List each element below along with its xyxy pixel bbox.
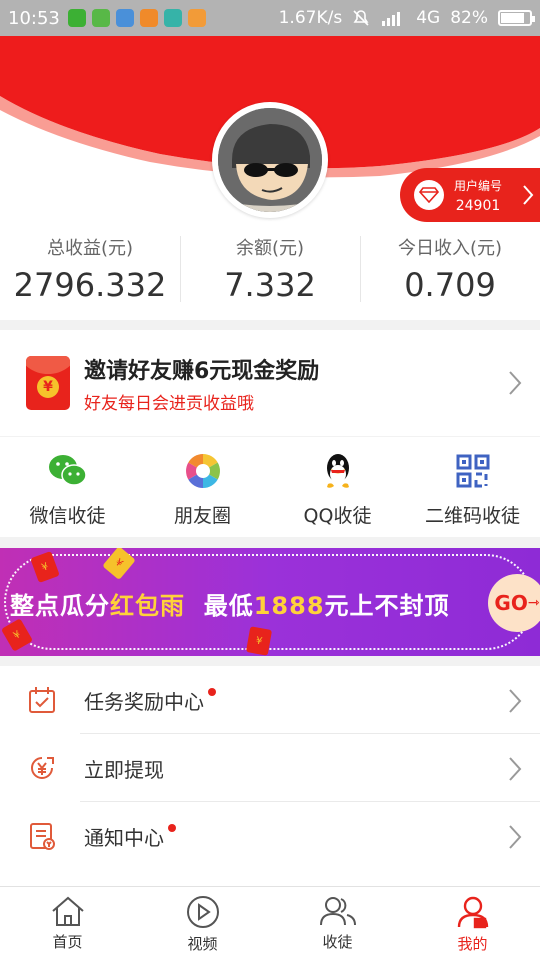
red-packet-rain-banner[interactable]: ¥ ¥ ¥ ¥ 整点瓜分红包雨 最低1888元上不封顶 GO ⇾ xyxy=(0,548,540,656)
stat-balance[interactable]: 余额(元) 7.332 xyxy=(180,234,360,304)
moments-icon xyxy=(183,451,223,491)
tab-label: 首页 xyxy=(52,933,83,951)
share-wechat[interactable]: 微信收徒 xyxy=(0,437,135,537)
invite-title: 邀请好友赚6元现金奖励 xyxy=(84,358,320,384)
notification-dot xyxy=(208,687,216,696)
menu-item-label: 通知中心 xyxy=(84,822,176,851)
share-label: 朋友圈 xyxy=(173,505,231,527)
menu-item-label: 立即提现 xyxy=(84,754,164,783)
tab-label: 收徒 xyxy=(322,933,353,951)
menu-label-text: 任务奖励中心 xyxy=(84,689,204,714)
notification-icons xyxy=(67,9,206,27)
stat-label: 总收益(元) xyxy=(46,238,134,259)
invite-subtitle: 好友每日会进贡收益哦 xyxy=(84,393,254,414)
menu-item-notifications[interactable]: 通知中心 xyxy=(0,802,540,870)
menu-item-task-rewards[interactable]: 任务奖励中心 xyxy=(0,666,540,734)
chevron-right-icon xyxy=(509,689,522,713)
share-qrcode[interactable]: 二维码收徒 xyxy=(405,437,540,537)
home-icon xyxy=(51,896,84,926)
banner-text-highlight: 1888 xyxy=(253,592,325,620)
bottom-tab-bar: 首页 视频 收徒 我的 xyxy=(0,886,540,960)
stat-label: 今日收入(元) xyxy=(397,238,503,259)
signal-icon xyxy=(382,12,401,26)
stat-today-income[interactable]: 今日收入(元) 0.709 xyxy=(360,234,540,304)
network-type: 4G xyxy=(416,8,441,28)
user-id-label: 用户编号 xyxy=(454,178,503,193)
app-notification-icon xyxy=(91,9,110,27)
video-icon xyxy=(186,896,219,928)
qrcode-icon xyxy=(453,451,493,491)
status-bar: 10:53 1.67K/s 4G 82% xyxy=(0,0,540,36)
avatar[interactable] xyxy=(212,102,328,218)
diamond-icon xyxy=(414,180,444,210)
yuan-coin-icon xyxy=(0,753,84,783)
tab-label: 我的 xyxy=(457,935,488,953)
calendar-icon xyxy=(0,685,84,715)
stat-value: 0.709 xyxy=(404,266,496,304)
network-speed: 1.67K/s xyxy=(278,8,343,28)
tab-label: 视频 xyxy=(187,935,218,953)
menu-item-withdraw[interactable]: 立即提现 xyxy=(0,734,540,802)
share-label: 微信收徒 xyxy=(29,505,106,527)
share-label: 二维码收徒 xyxy=(424,505,520,527)
stat-total-earnings[interactable]: 总收益(元) 2796.332 xyxy=(0,234,180,304)
banner-text-part: 元上不封顶 xyxy=(324,592,450,620)
tab-profile[interactable]: 我的 xyxy=(405,887,540,960)
menu-label-text: 立即提现 xyxy=(84,757,164,782)
chevron-right-icon xyxy=(509,371,522,395)
invite-friends-card[interactable]: ¥ 邀请好友赚6元现金奖励 好友每日会进贡收益哦 xyxy=(0,330,540,436)
earnings-stats: 总收益(元) 2796.332 余额(元) 7.332 今日收入(元) 0.70… xyxy=(0,234,540,304)
message-notification-icon xyxy=(187,9,206,27)
mute-icon xyxy=(353,10,369,26)
go-button[interactable]: GO ⇾ xyxy=(488,574,540,632)
banner-text: 整点瓜分红包雨 最低1888元上不封顶 xyxy=(10,586,450,621)
wechat-icon xyxy=(48,451,88,491)
go-label: GO xyxy=(494,591,528,615)
store-notification-icon xyxy=(139,9,158,27)
qq-icon xyxy=(318,451,358,491)
scan-notification-icon xyxy=(163,9,182,27)
stat-label: 余额(元) xyxy=(235,238,305,259)
photos-notification-icon xyxy=(115,9,134,27)
avatar-image xyxy=(218,108,322,212)
chevron-right-icon xyxy=(523,185,534,205)
user-id-badge[interactable]: 用户编号 24901 xyxy=(400,168,540,222)
chevron-right-icon xyxy=(509,825,522,849)
red-envelope-decoration: ¥ xyxy=(245,626,273,656)
status-time: 10:53 xyxy=(8,7,60,29)
menu-label-text: 通知中心 xyxy=(84,825,164,850)
banner-text-part: 整点瓜分 xyxy=(10,592,110,620)
tab-video[interactable]: 视频 xyxy=(135,887,270,960)
notice-icon xyxy=(0,821,84,851)
stat-value: 7.332 xyxy=(224,266,316,304)
share-moments[interactable]: 朋友圈 xyxy=(135,437,270,537)
battery-percent: 82% xyxy=(450,8,488,28)
stat-value: 2796.332 xyxy=(13,266,167,304)
menu-list: 任务奖励中心 立即提现 通知中心 xyxy=(0,666,540,886)
wechat-notification-icon xyxy=(67,9,86,27)
red-envelope-icon: ¥ xyxy=(26,356,70,410)
profile-header: 用户编号 24901 总收益(元) 2796.332 余额(元) 7.332 今… xyxy=(0,36,540,320)
user-id-value: 24901 xyxy=(455,197,501,214)
share-label: QQ收徒 xyxy=(303,505,372,527)
battery-icon xyxy=(498,10,535,26)
banner-text-highlight: 红包雨 xyxy=(110,592,185,620)
share-qq[interactable]: QQ收徒 xyxy=(270,437,405,537)
tab-disciples[interactable]: 收徒 xyxy=(270,887,405,960)
menu-item-label: 任务奖励中心 xyxy=(84,686,216,715)
chevron-right-icon xyxy=(509,757,522,781)
disciples-icon xyxy=(319,897,356,926)
share-options: 微信收徒 朋友圈 QQ收徒 二维码收徒 xyxy=(0,437,540,537)
notification-dot xyxy=(168,823,176,832)
tab-home[interactable]: 首页 xyxy=(0,887,135,960)
profile-icon xyxy=(457,896,488,929)
banner-text-part: 最低 xyxy=(203,592,254,620)
yuan-coin: ¥ xyxy=(37,376,59,398)
